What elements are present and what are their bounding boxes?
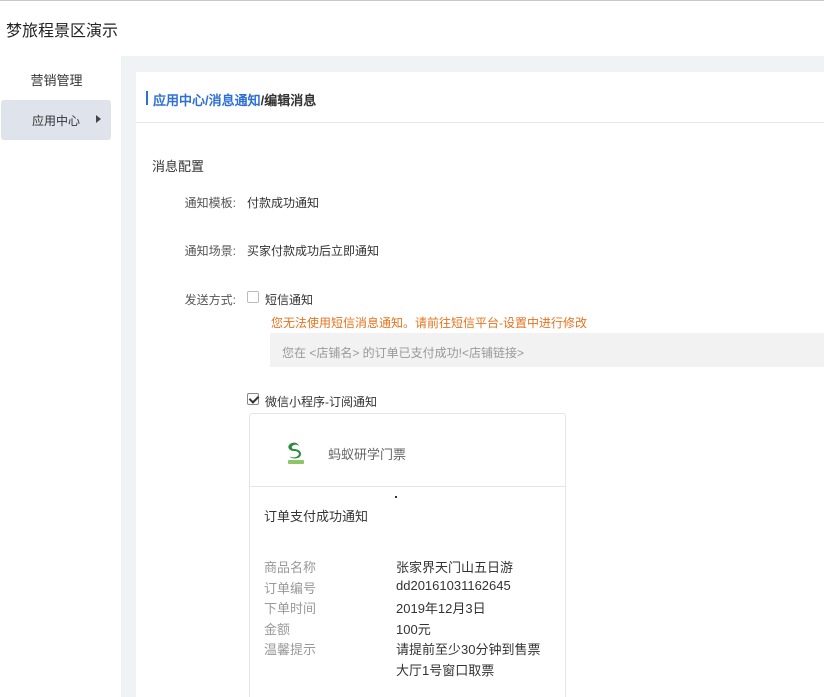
breadcrumb-trail: 应用中心/消息通知/编辑消息 (153, 90, 316, 109)
field-value: dd20161031162645 (396, 578, 511, 593)
green-leaf-logo-icon (288, 442, 304, 464)
sms-checkbox[interactable] (247, 291, 259, 303)
sms-warning: 您无法使用短信消息通知。请前往短信平台-设置中进行修改 (271, 316, 587, 330)
sidebar-item-app-center[interactable]: 应用中心 (1, 100, 111, 140)
scene-value: 买家付款成功后立即通知 (247, 244, 380, 258)
main-panel: 应用中心/消息通知/编辑消息 消息配置 通知模板: 付款成功通知 通知场景: 买… (136, 72, 824, 697)
notice-title: 订单支付成功通知 (264, 509, 369, 524)
field-value: 100元 (396, 622, 431, 637)
breadcrumb: 应用中心/消息通知/编辑消息 (136, 72, 824, 123)
scene-label: 通知场景: (184, 244, 236, 258)
template-label: 通知模板: (184, 196, 236, 210)
caret-right-icon (96, 115, 101, 123)
field-key: 温馨提示 (264, 642, 317, 657)
separator-dot (395, 496, 397, 498)
app-title: 梦旅程景区演示 (6, 23, 119, 40)
sms-preview-text: 您在 <店铺名> 的订单已支付成功!<店铺链接> (282, 346, 525, 360)
wechat-card-header: 蚂蚁研学门票 (250, 414, 565, 487)
breadcrumb-link-app-center[interactable]: 应用中心 (153, 93, 205, 108)
field-value: 2019年12月3日 (396, 601, 486, 616)
field-key: 下单时间 (264, 601, 317, 616)
field-key: 金额 (264, 622, 291, 637)
send-method-label: 发送方式: (184, 293, 236, 307)
sidebar-item-label: 应用中心 (32, 114, 81, 128)
wechat-preview-card: 蚂蚁研学门票 订单支付成功通知 商品名称 张家界天门山五日游 订单编号 dd20… (249, 413, 566, 697)
wechat-checkbox-label[interactable]: 微信小程序-订阅通知 (265, 393, 377, 410)
top-bar: 梦旅程景区演示 (0, 0, 824, 56)
sms-checkbox-label[interactable]: 短信通知 (265, 291, 313, 308)
section-title: 消息配置 (152, 159, 205, 174)
field-key: 订单编号 (264, 581, 317, 596)
sidebar: 营销管理 应用中心 (0, 56, 121, 697)
wechat-app-name: 蚂蚁研学门票 (328, 447, 407, 462)
field-value: 请提前至少30分钟到售票 (396, 642, 541, 657)
field-key: 商品名称 (264, 560, 317, 575)
template-value: 付款成功通知 (247, 196, 320, 210)
field-value: 张家界天门山五日游 (396, 560, 514, 575)
wechat-checkbox[interactable] (247, 393, 259, 405)
breadcrumb-link-notifications[interactable]: 消息通知 (209, 93, 261, 108)
sms-preview-box: 您在 <店铺名> 的订单已支付成功!<店铺链接> (270, 333, 824, 367)
sidebar-group-marketing[interactable]: 营销管理 (0, 70, 113, 89)
field-value-continued: 大厅1号窗口取票 (396, 663, 495, 678)
breadcrumb-marker (146, 91, 148, 105)
breadcrumb-current: /编辑消息 (260, 93, 317, 108)
